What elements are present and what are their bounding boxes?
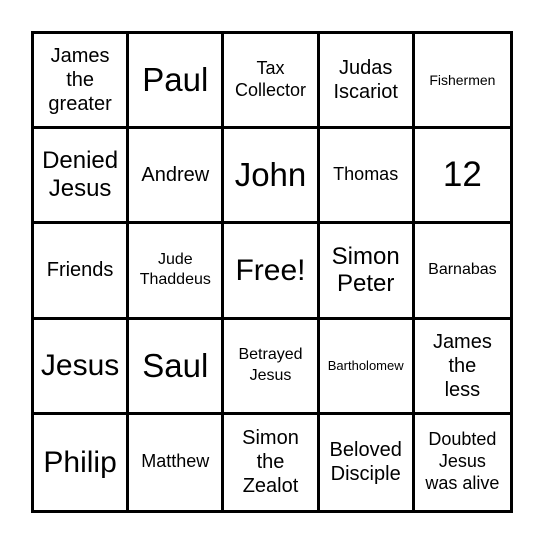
bingo-cell-line: Jesus: [40, 348, 120, 382]
bingo-cell-text: Simon the Zealot: [242, 426, 299, 498]
bingo-cell-text: Denied Jesus: [42, 147, 118, 203]
bingo-cell[interactable]: 12: [414, 129, 510, 225]
bingo-cell[interactable]: Friends: [34, 224, 130, 320]
bingo-cell-line: James: [432, 330, 492, 353]
bingo-cell-line: Simon: [331, 242, 400, 270]
bingo-cell-line: Disciple: [330, 463, 401, 486]
bingo-cell-text: John: [234, 156, 307, 194]
bingo-cell-line: the: [66, 69, 94, 92]
bingo-cell[interactable]: Judas Iscariot: [319, 34, 415, 130]
bingo-cell[interactable]: Beloved Disciple: [320, 414, 415, 510]
bingo-cell-line: Jesus: [48, 175, 112, 203]
bingo-cell-text: Andrew: [141, 163, 209, 187]
bingo-cell-line: Paul: [142, 60, 209, 98]
bingo-cell-line: Friends: [46, 259, 114, 282]
bingo-cell[interactable]: Tax Collector: [224, 34, 320, 130]
bingo-cell[interactable]: Thomas: [319, 129, 415, 225]
bingo-cell-line: the: [256, 451, 285, 474]
bingo-cell-line: Matthew: [141, 451, 210, 472]
bingo-cell-line: was alive: [425, 473, 500, 494]
bingo-cell-text: James the greater: [48, 44, 111, 116]
bingo-cell[interactable]: Bartholomew: [319, 319, 415, 415]
bingo-cell[interactable]: Fishermen: [414, 34, 510, 130]
bingo-cell[interactable]: Jude Thaddeus: [129, 224, 225, 320]
bingo-cell[interactable]: Paul: [129, 34, 225, 130]
bingo-cell-text: Bartholomew: [328, 358, 404, 373]
bingo-cell-line: Jude: [157, 250, 193, 268]
bingo-cell-line: John: [234, 156, 307, 194]
bingo-cell-text: Beloved Disciple: [330, 438, 402, 486]
bingo-cell-text: Matthew: [141, 451, 209, 473]
bingo-cell-text: Doubted Jesus was alive: [425, 429, 499, 495]
bingo-cell-line: greater: [48, 93, 112, 116]
bingo-cell-line: Beloved: [329, 439, 402, 462]
bingo-cell[interactable]: Doubted Jesus was alive: [415, 415, 510, 510]
bingo-cell-line: Judas: [339, 57, 393, 80]
bingo-cell[interactable]: James the less: [414, 320, 510, 415]
bingo-cell-text: Betrayed Jesus: [238, 345, 302, 387]
bingo-cell[interactable]: Jesus: [34, 319, 130, 415]
bingo-cell[interactable]: Saul: [129, 319, 225, 415]
bingo-cell[interactable]: James the greater: [34, 34, 130, 130]
bingo-cell-text: Tax Collector: [235, 58, 306, 102]
bingo-cell-text: Judas Iscariot: [333, 56, 397, 104]
bingo-cell-line: Iscariot: [333, 81, 398, 104]
bingo-card: James the greater Paul Tax Collector Judas Isca…: [31, 31, 513, 513]
bingo-cell-text: Friends: [47, 258, 114, 282]
bingo-cell[interactable]: Denied Jesus: [34, 129, 130, 225]
bingo-cell-line: Free!: [235, 253, 306, 287]
bingo-cell[interactable]: Simon the Zealot: [224, 414, 320, 510]
bingo-cell-line: Thaddeus: [139, 271, 211, 289]
bingo-cell-text: Thomas: [333, 164, 398, 186]
bingo-cell[interactable]: Matthew: [129, 414, 225, 510]
bingo-cell[interactable]: Barnabas: [414, 224, 510, 320]
bingo-cell-line: Andrew: [141, 164, 210, 187]
bingo-cell[interactable]: John: [224, 129, 320, 225]
bingo-cell-line: the: [448, 354, 477, 377]
bingo-cell-text: Barnabas: [428, 260, 497, 281]
bingo-cell-text: Paul: [142, 60, 209, 98]
bingo-cell-line: 12: [442, 155, 482, 195]
bingo-cell-text: Philip: [43, 446, 116, 480]
bingo-cell-line: James: [50, 45, 110, 68]
bingo-cell[interactable]: Philip: [34, 414, 130, 510]
bingo-cell-line: Betrayed: [238, 345, 303, 363]
bingo-cell-text: Saul: [142, 346, 209, 384]
bingo-cell-text: Jesus: [41, 349, 119, 383]
bingo-cell-line: Doubted: [428, 429, 497, 450]
bingo-cell[interactable]: Free!: [224, 224, 320, 320]
bingo-cell-text: Free!: [235, 254, 305, 288]
bingo-cell[interactable]: Betrayed Jesus: [224, 319, 320, 415]
bingo-cell-line: Fishermen: [429, 71, 496, 88]
bingo-cell-line: Philip: [43, 445, 117, 479]
bingo-cell-text: 12: [443, 156, 482, 195]
bingo-cell-line: Jesus: [438, 451, 486, 472]
bingo-cell-text: Jude Thaddeus: [140, 250, 211, 292]
bingo-cell-line: Bartholomew: [327, 358, 404, 374]
bingo-cell-line: Thomas: [333, 164, 399, 185]
bingo-cell-line: Saul: [142, 346, 209, 384]
bingo-cell-line: Simon: [242, 427, 299, 450]
bingo-cell-text: Fishermen: [429, 72, 495, 88]
bingo-cell[interactable]: Simon Peter: [319, 224, 415, 320]
bingo-cell-text: Simon Peter: [332, 243, 400, 299]
bingo-cell-line: Barnabas: [428, 261, 497, 279]
bingo-cell-line: Jesus: [249, 366, 292, 384]
bingo-cell-line: Zealot: [242, 475, 299, 498]
bingo-cell-line: Tax: [256, 58, 285, 79]
bingo-cell-line: Peter: [337, 270, 395, 298]
bingo-cell[interactable]: Andrew: [129, 129, 225, 225]
bingo-cell-line: Denied: [42, 147, 119, 175]
bingo-cell-line: less: [444, 378, 481, 401]
bingo-cell-text: James the less: [433, 330, 492, 402]
bingo-cell-line: Collector: [234, 80, 306, 101]
